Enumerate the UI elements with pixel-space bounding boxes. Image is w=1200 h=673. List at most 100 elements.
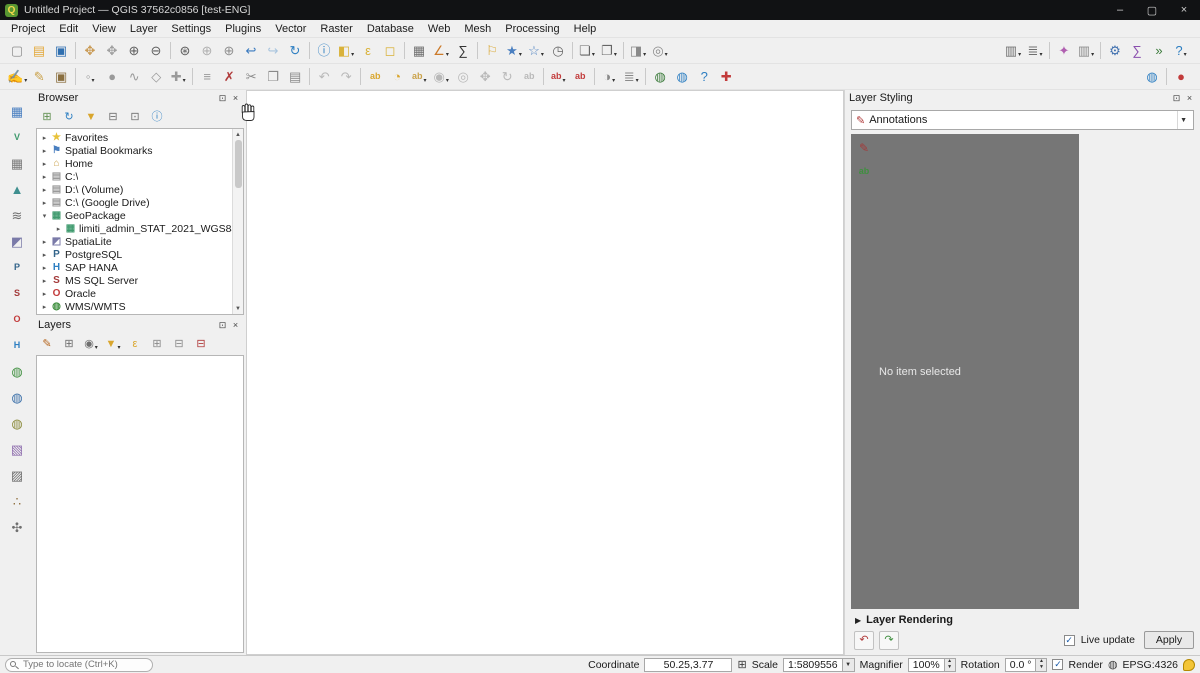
expand-arrow-icon[interactable]: ▸	[39, 251, 50, 259]
current-edits[interactable]: ✍▾	[7, 67, 27, 87]
pan-map[interactable]: ✥	[80, 41, 100, 61]
new-3d-map-view[interactable]: ❏▾	[577, 41, 597, 61]
scroll-down-icon[interactable]: ▼	[235, 303, 241, 314]
add-oracle-layer[interactable]: O	[7, 309, 27, 329]
metasearch[interactable]: ◍	[1142, 67, 1162, 87]
first-aid-plugin[interactable]: ✚	[716, 67, 736, 87]
undo[interactable]: ↶	[314, 67, 334, 87]
float-panel-icon[interactable]: ⊡	[216, 92, 229, 105]
open-attribute-table[interactable]: ▦	[409, 41, 429, 61]
browser-item-wms-wmts[interactable]: ▸ ◍ WMS/WMTS	[37, 300, 243, 313]
rotation-spinner[interactable]: 0.0 ° ▲▼	[1005, 658, 1048, 672]
expand-arrow-icon[interactable]: ▸	[39, 173, 50, 181]
render-checkbox[interactable]: ✓	[1052, 659, 1063, 670]
filter-legend[interactable]: ▼▾	[103, 335, 123, 354]
quickmapservices[interactable]: ◍	[672, 67, 692, 87]
filter-browser[interactable]: ▼	[81, 108, 101, 127]
crs-value[interactable]: EPSG:4326	[1123, 659, 1178, 671]
rotate-label[interactable]: ↻	[497, 67, 517, 87]
add-hana-layer[interactable]: H	[7, 335, 27, 355]
add-spatialite-layer[interactable]: ◩	[7, 231, 27, 251]
live-update-checkbox[interactable]: ✓	[1064, 635, 1075, 646]
help-contents[interactable]: ?▾	[1171, 41, 1191, 61]
layer-diagram-options[interactable]: ◔	[387, 67, 407, 87]
collapse-all-layers[interactable]: ⊟	[169, 335, 189, 354]
filter-legend-by-expression[interactable]: ε	[125, 335, 145, 354]
browser-item-layer[interactable]: Layer	[123, 20, 165, 37]
scroll-up-icon[interactable]: ▲	[235, 129, 241, 140]
change-label[interactable]: ab	[519, 67, 539, 87]
vertex-tool[interactable]: ✚▾	[168, 67, 188, 87]
highlight-pinned-labels[interactable]: ◎	[453, 67, 473, 87]
add-xyz-layer[interactable]: ▨	[7, 465, 27, 485]
copy-features[interactable]: ❐	[263, 67, 283, 87]
expand-arrow-icon[interactable]: ▸	[39, 303, 50, 311]
browser-item-sap-hana[interactable]: ▸ H SAP HANA	[37, 261, 243, 274]
expand-all[interactable]: ⊞	[147, 335, 167, 354]
symbology-tab[interactable]: ✎	[854, 138, 874, 157]
select-features[interactable]: ◧▾	[336, 41, 356, 61]
new-map-view[interactable]: ❐▾	[599, 41, 619, 61]
browser-item-geopackage[interactable]: ▾ ▦ GeoPackage	[37, 209, 243, 222]
expand-arrow-icon[interactable]: ▸	[39, 147, 50, 155]
statistics-panel[interactable]: ∑	[1127, 41, 1147, 61]
show-spatial-bookmarks[interactable]: ☆▾	[526, 41, 546, 61]
zoom-out[interactable]: ⊖	[146, 41, 166, 61]
map-themes[interactable]: ≣▾	[621, 67, 641, 87]
browser-properties[interactable]: ⓘ	[147, 108, 167, 127]
browser-item-mesh[interactable]: Mesh	[457, 20, 498, 37]
save-project[interactable]: ▣	[51, 41, 71, 61]
pan-to-selection[interactable]: ✥	[102, 41, 122, 61]
zoom-last[interactable]: ↩	[241, 41, 261, 61]
layer-labeling-options[interactable]: ab	[365, 67, 385, 87]
browser-item-home[interactable]: ▸ ⌂ Home	[37, 157, 243, 170]
measure[interactable]: ∠▾	[431, 41, 451, 61]
add-gps-layer[interactable]: ✣	[7, 517, 27, 537]
browser-item-vector[interactable]: Vector	[268, 20, 313, 37]
collapse-all[interactable]: ⊟	[103, 108, 123, 127]
zoom-full[interactable]: ⊛	[175, 41, 195, 61]
browser-item-spatialite[interactable]: ▸ ◩ SpatiaLite	[37, 235, 243, 248]
open-project[interactable]: ▤	[29, 41, 49, 61]
browser-item-edit[interactable]: Edit	[52, 20, 85, 37]
add-postgis-layer[interactable]: P	[7, 257, 27, 277]
add-mesh-layer[interactable]: ▲	[7, 179, 27, 199]
remove-layer[interactable]: ⊟	[191, 335, 211, 354]
browser-item-ms-sql-server[interactable]: ▸ S MS SQL Server	[37, 274, 243, 287]
toggle-editing[interactable]: ✎	[29, 67, 49, 87]
browser-item-vector-tiles[interactable]: ▸ ▧ Vector Tiles	[37, 313, 243, 315]
delete-selected[interactable]: ✗	[219, 67, 239, 87]
modify-attributes[interactable]: ≡	[197, 67, 217, 87]
zoom-next[interactable]: ↪	[263, 41, 283, 61]
processing-toolbox[interactable]: ⚙	[1105, 41, 1125, 61]
close-panel-icon[interactable]: ×	[229, 92, 242, 105]
identify-features[interactable]: ⓘ	[314, 41, 334, 61]
add-vector-layer[interactable]: V	[7, 127, 27, 147]
expand-arrow-icon[interactable]: ▸	[53, 225, 64, 233]
zoom-to-selection[interactable]: ⊕	[197, 41, 217, 61]
osm-place-search[interactable]: ◍	[650, 67, 670, 87]
preview-mode[interactable]: ◑▾	[599, 67, 619, 87]
move-label[interactable]: ✥	[475, 67, 495, 87]
never-show-labels[interactable]: ab▾	[548, 67, 568, 87]
new-project[interactable]: ▢	[7, 41, 27, 61]
deselect-all[interactable]: ◻	[380, 41, 400, 61]
save-layer-edits[interactable]: ▣	[51, 67, 71, 87]
plugin-help[interactable]: ?	[694, 67, 714, 87]
add-wfs-layer[interactable]: ◍	[7, 387, 27, 407]
add-wms-layer[interactable]: ◍	[7, 361, 27, 381]
browser-item-processing[interactable]: Processing	[498, 20, 566, 37]
layout-manager[interactable]: ▥▾	[1076, 41, 1096, 61]
add-polygon-feature[interactable]: ◇	[146, 67, 166, 87]
apply-button[interactable]: Apply	[1144, 631, 1194, 649]
redo[interactable]: ↷	[336, 67, 356, 87]
zoom-in[interactable]: ⊕	[124, 41, 144, 61]
chevron-down-icon[interactable]: ▼	[842, 658, 855, 672]
browser-item-limiti-admin-stat-2021-wgs84-gpkg[interactable]: ▸ ▦ limiti_admin_STAT_2021_WGS84.gpkg	[37, 222, 243, 235]
browser-item-postgresql[interactable]: ▸ P PostgreSQL	[37, 248, 243, 261]
messages-icon[interactable]	[1183, 659, 1195, 671]
browser-item-raster[interactable]: Raster	[313, 20, 359, 37]
magnifier-spinner[interactable]: 100% ▲▼	[908, 658, 956, 672]
close-panel-icon[interactable]: ×	[1183, 92, 1196, 105]
float-panel-icon[interactable]: ⊡	[216, 319, 229, 332]
